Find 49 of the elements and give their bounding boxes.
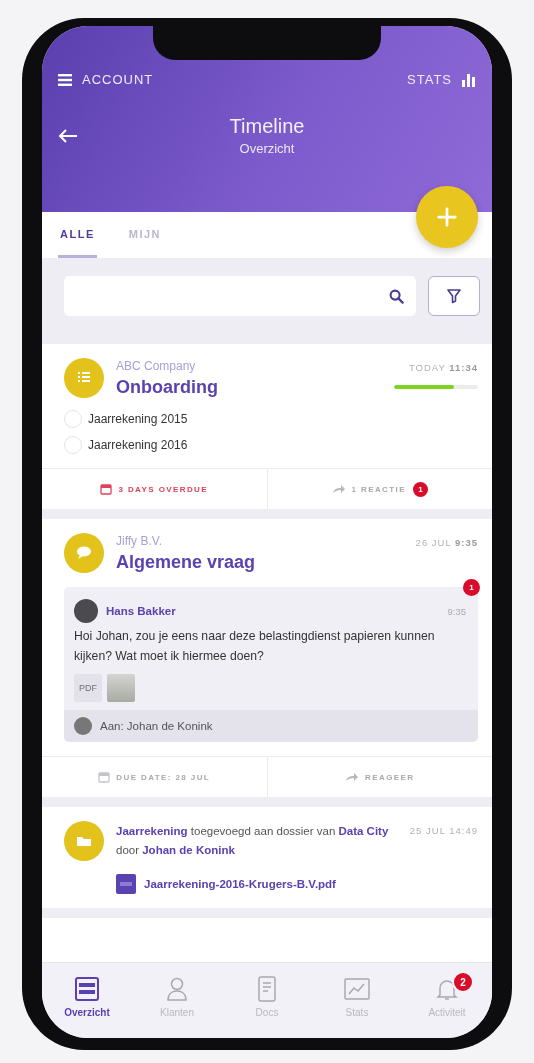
page-subtitle: Overzicht	[239, 141, 295, 156]
author-name: Hans Bakker	[106, 605, 177, 617]
message-text: Hoi Johan, zou je eens naar deze belastingdienst papieren kunnen kijken? Wat moet ik hiermee doen?	[74, 628, 436, 665]
reply-button[interactable]: REAGEER	[345, 772, 415, 783]
search-icon	[389, 288, 404, 304]
timestamp: 26 JUL 9:35	[415, 537, 478, 548]
card-title: Onboarding	[116, 377, 219, 398]
checklist-label: Jaarrekening 2015	[88, 412, 188, 426]
company-name: Jiffy B.V.	[116, 534, 164, 548]
due-date-button[interactable]: 3 DAYS OVERDUE	[100, 483, 209, 495]
menu-icon	[58, 73, 72, 86]
tab[interactable]: ALLE	[58, 212, 97, 258]
bar-chart-icon	[462, 72, 476, 87]
timestamp: 25 JUL 14:49	[409, 825, 478, 837]
pdf-attachment[interactable]: PDF	[74, 674, 102, 703]
message-time: 9:35	[447, 605, 466, 617]
filter-button[interactable]	[428, 276, 480, 316]
image-thumbnail[interactable]	[107, 674, 135, 703]
timestamp: TODAY 11:34	[408, 362, 478, 373]
page-title: Timeline	[229, 115, 305, 138]
avatar-circle	[74, 599, 98, 623]
recipient-text: Aan: Johan de Konink	[100, 720, 213, 733]
file-link[interactable]: Jaarrekening-2016-Krugers-B.V.pdf	[116, 873, 398, 894]
company-name: ABC Company	[116, 359, 197, 373]
count-badge: 1	[412, 481, 428, 497]
cards-icon	[73, 975, 101, 1003]
notification-badge: 2	[452, 971, 474, 993]
card-title: Algemene vraag	[116, 552, 257, 573]
search-field[interactable]	[64, 276, 416, 316]
funnel-icon	[446, 288, 462, 304]
calendar-icon	[100, 483, 113, 495]
line-chart-icon	[343, 975, 371, 1003]
plus-icon	[436, 206, 458, 228]
pdf-file-icon	[116, 873, 136, 894]
calendar-icon	[98, 771, 111, 784]
avatar-circle	[74, 717, 92, 736]
back-arrow-icon	[58, 128, 78, 143]
activity-text: Jaarrekening toegevoegd aan dossier van Data City door Johan de Konink	[116, 824, 390, 858]
share-arrow-icon	[345, 772, 360, 783]
stats-button[interactable]: STATS	[407, 72, 476, 87]
account-button[interactable]: ACCOUNT	[58, 72, 154, 87]
unread-badge: 1	[463, 579, 480, 596]
nav-tab[interactable]: Overzicht	[42, 963, 132, 1030]
due-date-button[interactable]: DUE DATE: 28 JUL	[98, 771, 211, 784]
checklist-label: Jaarrekening 2016	[88, 438, 188, 452]
reply-button[interactable]: 1 REACTIE	[331, 484, 406, 494]
share-arrow-icon	[331, 484, 346, 494]
nav-tab[interactable]: Activiteit 2	[402, 963, 492, 1030]
tab[interactable]: MIJN	[126, 212, 163, 258]
